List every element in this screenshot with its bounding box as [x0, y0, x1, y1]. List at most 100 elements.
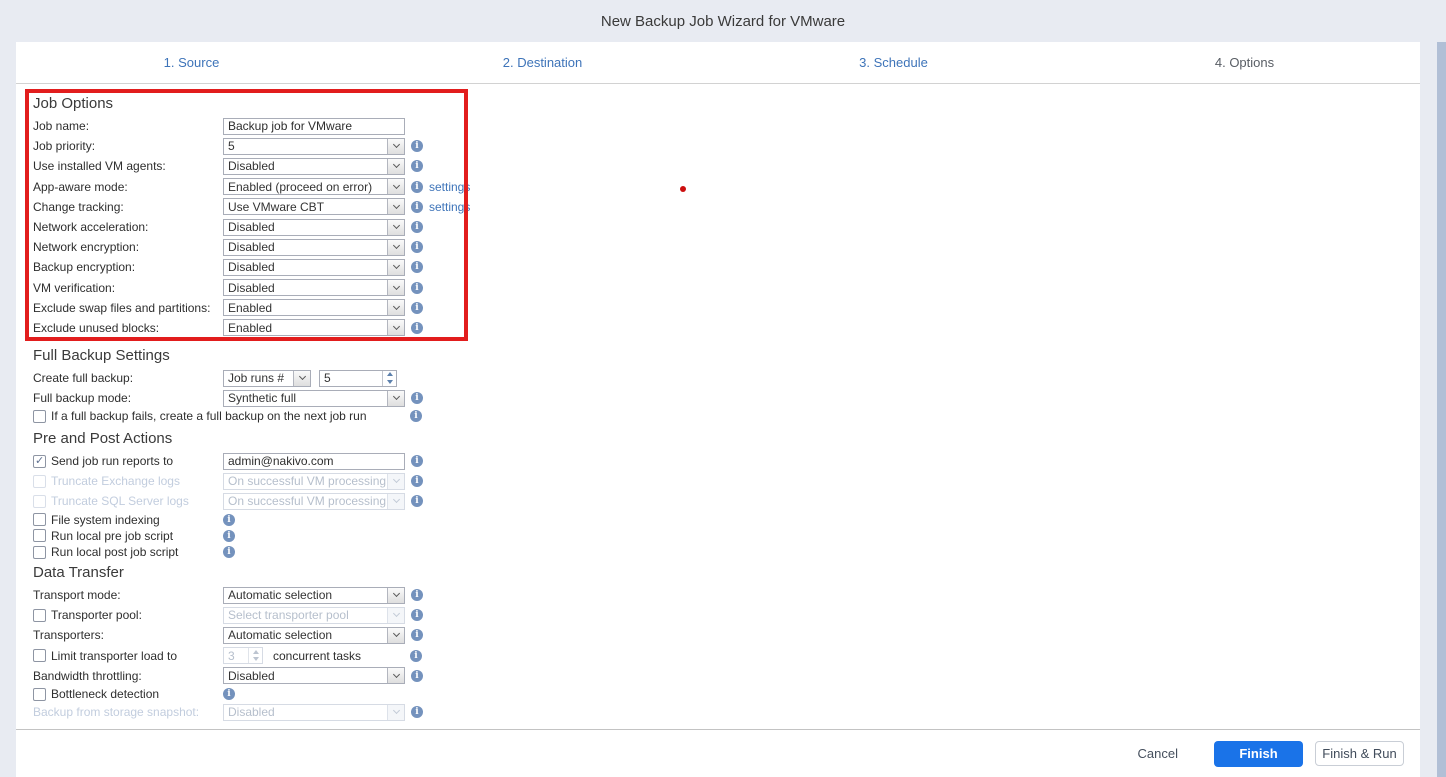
- field-label: Backup encryption:: [33, 260, 223, 274]
- tab-schedule[interactable]: 3. Schedule: [718, 42, 1069, 83]
- info-icon[interactable]: [411, 455, 423, 467]
- row-transport-mode: Transport mode: Automatic selection: [33, 585, 423, 605]
- storage-snapshot-select: Disabled: [223, 704, 405, 721]
- tab-destination[interactable]: 2. Destination: [367, 42, 718, 83]
- info-icon[interactable]: [411, 160, 423, 172]
- chevron-down-icon: [387, 280, 404, 295]
- field-label: App-aware mode:: [33, 180, 223, 194]
- row-transporters: Transporters: Automatic selection: [33, 625, 423, 645]
- info-icon[interactable]: [411, 241, 423, 253]
- field-label: Job name:: [33, 119, 223, 133]
- chevron-down-icon: [387, 240, 404, 255]
- info-icon[interactable]: [411, 629, 423, 641]
- spinner-down-icon[interactable]: [383, 378, 396, 386]
- info-icon[interactable]: [411, 282, 423, 294]
- cancel-button[interactable]: Cancel: [1138, 746, 1178, 761]
- info-icon[interactable]: [411, 261, 423, 273]
- wizard-steps: 1. Source 2. Destination 3. Schedule 4. …: [16, 42, 1420, 84]
- select-value: Job runs #: [224, 371, 293, 386]
- info-icon[interactable]: [410, 410, 422, 422]
- change-tracking-select[interactable]: Use VMware CBT: [223, 198, 405, 215]
- section-title: Job Options: [33, 95, 470, 116]
- checkbox-label: Limit transporter load to: [51, 649, 223, 663]
- field-label: Network acceleration:: [33, 220, 223, 234]
- vm-verification-select[interactable]: Disabled: [223, 279, 405, 296]
- chevron-down-icon: [387, 474, 404, 489]
- tab-options[interactable]: 4. Options: [1069, 42, 1420, 83]
- limit-load-checkbox[interactable]: [33, 649, 46, 662]
- info-icon[interactable]: [411, 140, 423, 152]
- info-icon[interactable]: [411, 706, 423, 718]
- network-acceleration-select[interactable]: Disabled: [223, 219, 405, 236]
- select-value: Use VMware CBT: [224, 199, 387, 214]
- info-icon[interactable]: [411, 181, 423, 193]
- limit-load-suffix: concurrent tasks: [273, 649, 361, 663]
- pre-script-checkbox[interactable]: [33, 529, 46, 542]
- full-backup-mode-select[interactable]: Synthetic full: [223, 390, 405, 407]
- create-full-backup-mode-select[interactable]: Job runs #: [223, 370, 311, 387]
- exclude-unused-select[interactable]: Enabled: [223, 319, 405, 336]
- vm-agents-select[interactable]: Disabled: [223, 158, 405, 175]
- info-icon[interactable]: [223, 530, 235, 542]
- post-script-checkbox[interactable]: [33, 546, 46, 559]
- transporter-pool-checkbox[interactable]: [33, 609, 46, 622]
- checkbox-label: Transporter pool:: [51, 608, 223, 622]
- field-label: Change tracking:: [33, 200, 223, 214]
- spinner-up-icon[interactable]: [383, 371, 396, 379]
- report-email-input[interactable]: [223, 453, 405, 470]
- row-job-name: Job name:: [33, 116, 470, 136]
- row-backup-encryption: Backup encryption: Disabled: [33, 257, 470, 277]
- spinner-value: 3: [224, 648, 248, 663]
- vertical-scrollbar[interactable]: [1437, 42, 1446, 777]
- select-value: On successful VM processing only: [224, 474, 387, 489]
- info-icon[interactable]: [411, 475, 423, 487]
- spinner-down-icon: [249, 656, 262, 664]
- network-encryption-select[interactable]: Disabled: [223, 239, 405, 256]
- truncate-sql-checkbox: [33, 495, 46, 508]
- row-job-priority: Job priority: 5: [33, 136, 470, 156]
- row-exclude-unused: Exclude unused blocks: Enabled: [33, 318, 470, 338]
- info-icon[interactable]: [223, 514, 235, 526]
- row-pre-script: Run local pre job script: [33, 528, 423, 544]
- info-icon[interactable]: [223, 688, 235, 700]
- chevron-down-icon: [387, 705, 404, 720]
- tab-source[interactable]: 1. Source: [16, 42, 367, 83]
- finish-button[interactable]: Finish: [1214, 741, 1303, 767]
- wizard-footer: Cancel Finish Finish & Run: [16, 729, 1420, 777]
- info-icon[interactable]: [411, 302, 423, 314]
- app-aware-settings-link[interactable]: settings: [429, 180, 470, 194]
- info-icon[interactable]: [223, 546, 235, 558]
- info-icon[interactable]: [411, 670, 423, 682]
- transporters-select[interactable]: Automatic selection: [223, 627, 405, 644]
- full-backup-fail-checkbox[interactable]: [33, 410, 46, 423]
- transport-mode-select[interactable]: Automatic selection: [223, 587, 405, 604]
- select-value: Disabled: [224, 240, 387, 255]
- field-label: VM verification:: [33, 281, 223, 295]
- change-tracking-settings-link[interactable]: settings: [429, 200, 470, 214]
- checkbox-label: Truncate Exchange logs: [51, 474, 223, 488]
- bandwidth-select[interactable]: Disabled: [223, 667, 405, 684]
- info-icon[interactable]: [411, 221, 423, 233]
- exclude-swap-select[interactable]: Enabled: [223, 299, 405, 316]
- backup-encryption-select[interactable]: Disabled: [223, 259, 405, 276]
- row-truncate-sql: Truncate SQL Server logs On successful V…: [33, 491, 423, 511]
- info-icon[interactable]: [411, 201, 423, 213]
- job-name-input[interactable]: [223, 118, 405, 135]
- info-icon[interactable]: [411, 392, 423, 404]
- create-full-backup-count-spinner[interactable]: 5: [319, 370, 397, 387]
- job-priority-select[interactable]: 5: [223, 138, 405, 155]
- info-icon[interactable]: [411, 589, 423, 601]
- chevron-down-icon: [387, 668, 404, 683]
- send-reports-checkbox[interactable]: [33, 455, 46, 468]
- checkbox-label: Run local pre job script: [51, 529, 223, 543]
- app-aware-select[interactable]: Enabled (proceed on error): [223, 178, 405, 195]
- field-label: Network encryption:: [33, 240, 223, 254]
- info-icon[interactable]: [411, 495, 423, 507]
- select-value: Disabled: [224, 260, 387, 275]
- bottleneck-checkbox[interactable]: [33, 688, 46, 701]
- fs-indexing-checkbox[interactable]: [33, 513, 46, 526]
- info-icon[interactable]: [410, 650, 422, 662]
- info-icon[interactable]: [411, 609, 423, 621]
- finish-and-run-button[interactable]: Finish & Run: [1315, 741, 1404, 766]
- info-icon[interactable]: [411, 322, 423, 334]
